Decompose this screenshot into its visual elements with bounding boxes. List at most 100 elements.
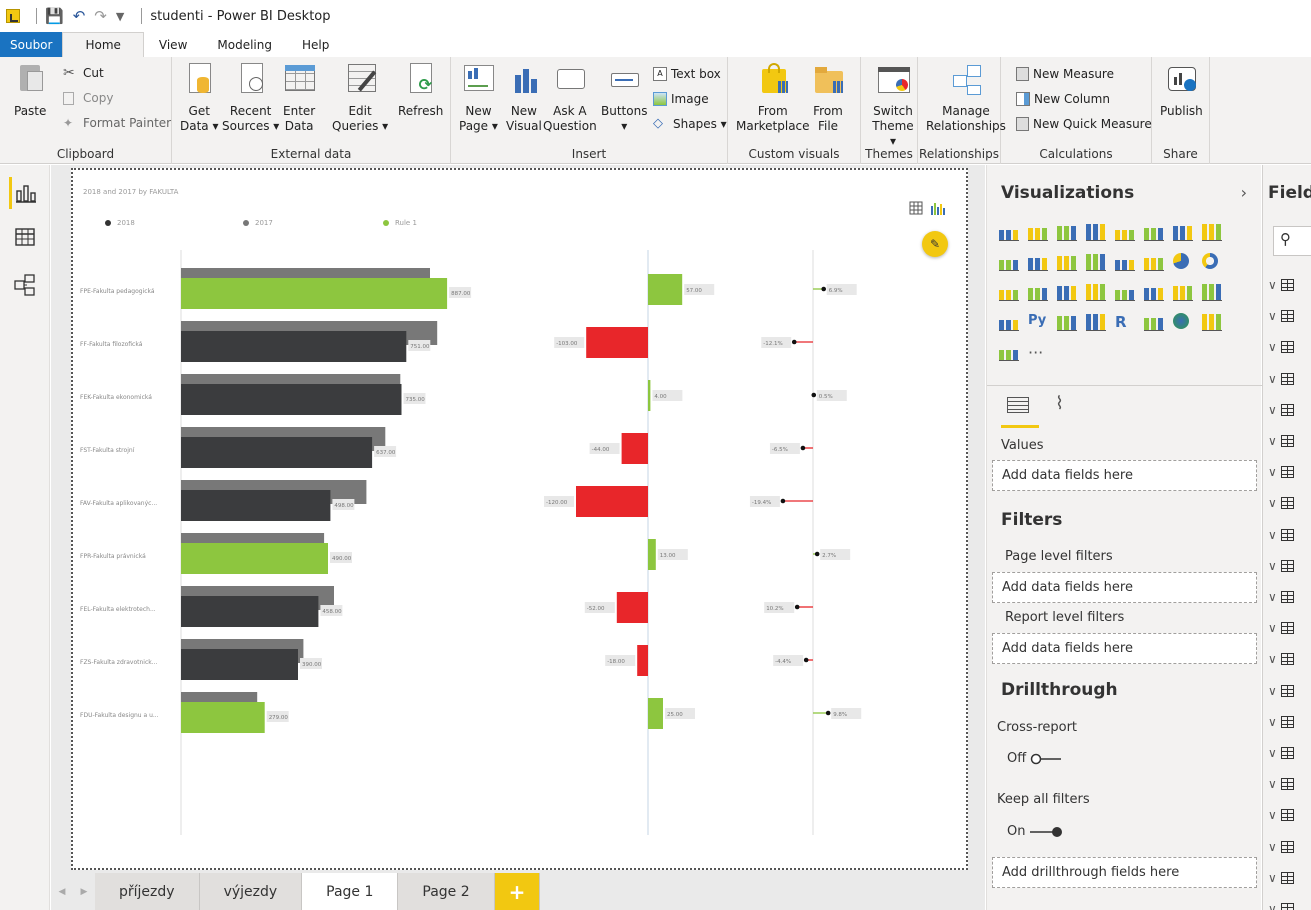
- scatter-icon[interactable]: [1144, 253, 1164, 271]
- report-page[interactable]: 2018 and 2017 by FAKULTA 2018 2017 Rule …: [71, 168, 968, 870]
- field-table-row[interactable]: ∨: [1268, 372, 1294, 386]
- fields-well-icon[interactable]: [1001, 397, 1039, 428]
- field-table-row[interactable]: ∨: [1268, 684, 1294, 698]
- field-table-row[interactable]: ∨: [1268, 559, 1294, 573]
- clustered-column-icon[interactable]: [1086, 223, 1106, 241]
- area-icon[interactable]: [1202, 223, 1222, 241]
- refresh-button[interactable]: ⟳ Refresh: [398, 61, 443, 119]
- field-table-row[interactable]: ∨: [1268, 278, 1294, 292]
- edit-queries-button[interactable]: Edit Queries ▾: [332, 61, 388, 134]
- field-table-row[interactable]: ∨: [1268, 840, 1294, 854]
- kpi-icon[interactable]: [1202, 283, 1222, 301]
- model-view-button[interactable]: [9, 269, 41, 301]
- field-table-row[interactable]: ∨: [1268, 652, 1294, 666]
- field-table-row[interactable]: ∨: [1268, 465, 1294, 479]
- ask-question-button[interactable]: Ask A Question: [543, 61, 597, 134]
- card-icon[interactable]: [1144, 283, 1164, 301]
- multirow-card-icon[interactable]: [1173, 283, 1193, 301]
- custom-visual-2-icon[interactable]: [999, 343, 1019, 361]
- field-table-row[interactable]: ∨: [1268, 715, 1294, 729]
- ribbon-icon[interactable]: [1086, 253, 1106, 271]
- cut-button[interactable]: ✂ Cut: [63, 66, 104, 80]
- tab-home[interactable]: Home: [62, 32, 144, 57]
- text-box-button[interactable]: A Text box: [653, 67, 721, 81]
- paste-button[interactable]: Paste: [14, 61, 46, 119]
- funnel-icon[interactable]: [1086, 283, 1106, 301]
- cross-report-toggle[interactable]: Off: [1007, 751, 1062, 766]
- line-icon[interactable]: [1173, 223, 1193, 241]
- undo-icon[interactable]: ↶: [73, 7, 86, 25]
- pie-icon[interactable]: [1173, 253, 1189, 269]
- report-filters-drop-zone[interactable]: Add data fields here: [992, 633, 1257, 664]
- r-visual-icon[interactable]: R: [1115, 313, 1135, 331]
- page-tab[interactable]: výjezdy: [199, 873, 303, 910]
- data-view-button[interactable]: [9, 221, 41, 253]
- manage-relationships-button[interactable]: Manage Relationships: [926, 61, 1006, 134]
- prev-page-icon[interactable]: ◀: [51, 873, 73, 910]
- field-table-row[interactable]: ∨: [1268, 590, 1294, 604]
- field-table-row[interactable]: ∨: [1268, 309, 1294, 323]
- field-table-row[interactable]: ∨: [1268, 403, 1294, 417]
- from-marketplace-button[interactable]: From Marketplace: [736, 61, 810, 134]
- table-icon[interactable]: [1057, 313, 1077, 331]
- page-filters-drop-zone[interactable]: Add data fields here: [992, 572, 1257, 603]
- paint-roller-icon[interactable]: ⌇: [1055, 393, 1064, 414]
- page-tab[interactable]: příjezdy: [95, 873, 200, 910]
- stacked-bar-icon[interactable]: [999, 223, 1019, 241]
- recent-sources-button[interactable]: Recent Sources ▾: [222, 61, 279, 134]
- field-table-row[interactable]: ∨: [1268, 621, 1294, 635]
- 100-bar-icon[interactable]: [1115, 223, 1135, 241]
- tab-help[interactable]: Help: [287, 32, 344, 57]
- tab-view[interactable]: View: [144, 32, 202, 57]
- new-visual-button[interactable]: New Visual: [506, 61, 542, 134]
- switch-theme-button[interactable]: Switch Theme ▾: [869, 61, 917, 149]
- field-table-row[interactable]: ∨: [1268, 434, 1294, 448]
- treemap-icon[interactable]: [999, 283, 1019, 301]
- drillthrough-drop-zone[interactable]: Add drillthrough fields here: [992, 857, 1257, 888]
- keep-filters-toggle[interactable]: On: [1007, 824, 1063, 839]
- field-table-row[interactable]: ∨: [1268, 871, 1294, 885]
- map-icon[interactable]: [1028, 283, 1048, 301]
- buttons-button[interactable]: Buttons ▾: [601, 61, 647, 134]
- new-column-button[interactable]: New Column: [1016, 92, 1110, 106]
- field-table-row[interactable]: ∨: [1268, 528, 1294, 542]
- field-table-row[interactable]: ∨: [1268, 496, 1294, 510]
- field-table-row[interactable]: ∨: [1268, 777, 1294, 791]
- arcgis-icon[interactable]: [1144, 313, 1164, 331]
- donut-icon[interactable]: [1202, 253, 1218, 269]
- field-table-row[interactable]: ∨: [1268, 902, 1294, 910]
- line-column-icon[interactable]: [1028, 253, 1048, 271]
- copy-button[interactable]: Copy: [63, 91, 113, 105]
- 100-column-icon[interactable]: [1144, 223, 1164, 241]
- report-view-button[interactable]: [9, 177, 41, 209]
- custom-visual-icon[interactable]: [1202, 313, 1222, 331]
- tab-file[interactable]: Soubor: [0, 32, 63, 57]
- new-measure-button[interactable]: New Measure: [1016, 67, 1114, 81]
- redo-icon[interactable]: ↷: [94, 7, 107, 25]
- shapes-button[interactable]: ◇ Shapes ▾: [653, 117, 727, 132]
- stacked-area-icon[interactable]: [999, 253, 1019, 271]
- new-quick-measure-button[interactable]: New Quick Measure: [1016, 117, 1152, 131]
- more-icon[interactable]: ···: [1028, 343, 1048, 362]
- enter-data-button[interactable]: Enter Data: [283, 61, 315, 134]
- next-page-icon[interactable]: ▶: [73, 873, 95, 910]
- waterfall-icon[interactable]: [1115, 253, 1135, 271]
- python-visual-icon[interactable]: Py: [1028, 313, 1048, 331]
- field-table-row[interactable]: ∨: [1268, 340, 1294, 354]
- format-painter-button[interactable]: ✦ Format Painter: [63, 116, 171, 130]
- fields-search-input[interactable]: ⚲: [1273, 226, 1311, 256]
- image-button[interactable]: Image: [653, 92, 709, 106]
- new-page-button[interactable]: New Page ▾: [459, 61, 498, 134]
- publish-button[interactable]: Publish: [1160, 61, 1203, 119]
- collapse-pane-icon[interactable]: ›: [1241, 183, 1247, 202]
- page-tab[interactable]: Page 2: [398, 873, 495, 910]
- filled-map-icon[interactable]: [1057, 283, 1077, 301]
- field-table-row[interactable]: ∨: [1268, 808, 1294, 822]
- get-data-button[interactable]: Get Data ▾: [180, 61, 219, 134]
- values-drop-zone[interactable]: Add data fields here: [992, 460, 1257, 491]
- page-tab-active[interactable]: Page 1: [302, 873, 399, 910]
- add-page-button[interactable]: +: [494, 873, 541, 910]
- customize-toolbar-icon[interactable]: ▼: [116, 10, 124, 23]
- field-table-row[interactable]: ∨: [1268, 746, 1294, 760]
- save-icon[interactable]: 💾: [45, 7, 64, 25]
